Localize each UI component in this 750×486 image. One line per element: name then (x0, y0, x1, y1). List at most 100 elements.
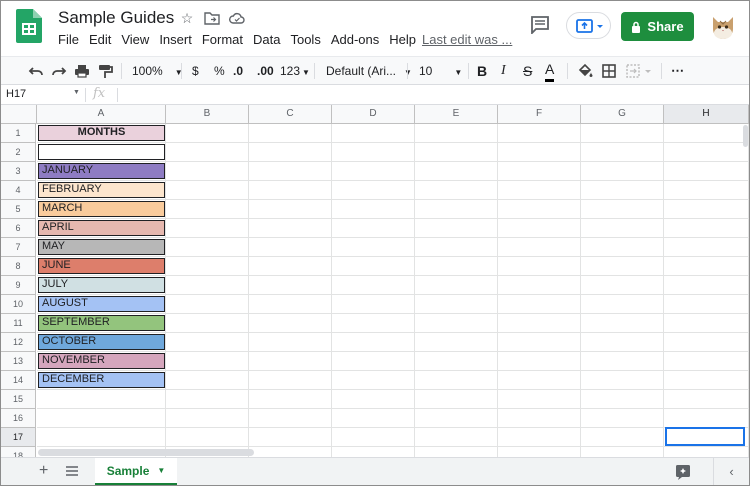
row-header-5[interactable]: 5 (1, 200, 36, 219)
row-header-10[interactable]: 10 (1, 295, 36, 314)
cell-month-october[interactable]: OCTOBER (38, 334, 165, 350)
cell-month-november[interactable]: NOVEMBER (38, 353, 165, 369)
row-gridline (37, 294, 749, 295)
toolbar-divider (567, 63, 568, 79)
menu-tools[interactable]: Tools (290, 32, 320, 47)
chevron-down-icon: ▼ (302, 68, 310, 77)
strikethrough-button[interactable]: S (523, 62, 532, 80)
cell-month-may[interactable]: MAY (38, 239, 165, 255)
more-formats-label: 123 (280, 64, 301, 78)
paint-format-icon[interactable] (97, 62, 113, 80)
borders-icon[interactable] (601, 62, 617, 80)
present-icon (576, 19, 603, 33)
currency-format-button[interactable]: $ (192, 62, 199, 80)
comment-history-icon[interactable] (530, 16, 550, 34)
column-header-e[interactable]: E (415, 105, 498, 123)
more-options-icon[interactable]: ⋯ (671, 62, 685, 80)
print-icon[interactable] (74, 62, 90, 80)
cell-month-june[interactable]: JUNE (38, 258, 165, 274)
cell-a2-empty[interactable] (38, 144, 165, 160)
column-header-c[interactable]: C (249, 105, 332, 123)
column-header-a[interactable]: A (37, 105, 166, 123)
horizontal-scrollbar[interactable] (38, 449, 254, 456)
cell-month-april[interactable]: APRIL (38, 220, 165, 236)
undo-icon[interactable] (28, 62, 44, 80)
row-header-9[interactable]: 9 (1, 276, 36, 295)
merge-cells-icon[interactable] (625, 62, 653, 80)
redo-icon[interactable] (51, 62, 67, 80)
text-color-button[interactable]: A (545, 62, 555, 82)
menu-file[interactable]: File (58, 32, 79, 47)
all-sheets-icon[interactable] (65, 463, 79, 484)
chevron-down-icon[interactable]: ▼ (73, 89, 80, 96)
sheets-logo-icon[interactable] (16, 9, 42, 43)
row-header-1[interactable]: 1 (1, 124, 36, 143)
move-folder-icon[interactable] (204, 10, 220, 26)
select-all-corner[interactable] (1, 105, 37, 123)
increase-decimal-button[interactable]: .00 (257, 62, 274, 80)
present-button[interactable] (566, 12, 611, 39)
column-gridline (248, 124, 249, 466)
cell-month-january[interactable]: JANUARY (38, 163, 165, 179)
name-box[interactable]: H17 (6, 88, 26, 100)
menu-help[interactable]: Help (389, 32, 416, 47)
add-sheet-icon[interactable]: + (39, 462, 48, 480)
row-header-17[interactable]: 17 (1, 428, 36, 447)
column-header-f[interactable]: F (498, 105, 581, 123)
cell-month-december[interactable]: DECEMBER (38, 372, 165, 388)
row-header-8[interactable]: 8 (1, 257, 36, 276)
zoom-select[interactable]: 100% ▼ (132, 62, 183, 80)
avatar[interactable] (711, 13, 735, 39)
menu-data[interactable]: Data (253, 32, 280, 47)
cell-month-february[interactable]: FEBRUARY (38, 182, 165, 198)
more-formats-button[interactable]: 123 ▼ (280, 62, 310, 80)
vertical-scrollbar[interactable] (743, 125, 748, 147)
share-label: Share (647, 19, 684, 34)
row-header-15[interactable]: 15 (1, 390, 36, 409)
column-header-b[interactable]: B (166, 105, 249, 123)
document-title[interactable]: Sample Guides (58, 8, 174, 28)
font-size-select[interactable]: 10 ▼ (419, 62, 462, 80)
collapse-sidebar-icon[interactable]: ‹ (713, 458, 749, 485)
menu-format[interactable]: Format (202, 32, 243, 47)
row-header-4[interactable]: 4 (1, 181, 36, 200)
row-header-12[interactable]: 12 (1, 333, 36, 352)
row-header-2[interactable]: 2 (1, 143, 36, 162)
column-header-d[interactable]: D (332, 105, 415, 123)
star-icon[interactable]: ☆ (179, 10, 195, 26)
cell-month-august[interactable]: AUGUST (38, 296, 165, 312)
cloud-status-icon[interactable] (229, 10, 245, 26)
font-select[interactable]: Default (Ari...▼ (326, 62, 412, 80)
cell-month-march[interactable]: MARCH (38, 201, 165, 217)
bold-button[interactable]: B (477, 62, 487, 80)
menu-addons[interactable]: Add-ons (331, 32, 379, 47)
column-header-g[interactable]: G (581, 105, 664, 123)
cell-month-september[interactable]: SEPTEMBER (38, 315, 165, 331)
sheet-tab-sample[interactable]: Sample ▼ (95, 458, 177, 485)
last-edit-link[interactable]: Last edit was ... (422, 32, 512, 47)
chevron-down-icon[interactable]: ▼ (157, 466, 165, 475)
row-header-14[interactable]: 14 (1, 371, 36, 390)
row-header-16[interactable]: 16 (1, 409, 36, 428)
row-gridline (37, 275, 749, 276)
row-header-7[interactable]: 7 (1, 238, 36, 257)
row-gridline (37, 161, 749, 162)
percent-format-button[interactable]: % (214, 62, 225, 80)
decrease-decimal-button[interactable]: .0 (233, 62, 243, 80)
share-button[interactable]: Share (621, 12, 694, 41)
italic-button[interactable]: I (501, 62, 506, 80)
selected-cell-h17[interactable] (665, 427, 745, 446)
row-header-13[interactable]: 13 (1, 352, 36, 371)
fill-color-icon[interactable] (577, 62, 593, 80)
row-header-6[interactable]: 6 (1, 219, 36, 238)
row-header-3[interactable]: 3 (1, 162, 36, 181)
cell-month-july[interactable]: JULY (38, 277, 165, 293)
menu-edit[interactable]: Edit (89, 32, 111, 47)
explore-icon[interactable] (675, 464, 691, 485)
column-header-h[interactable]: H (664, 105, 749, 123)
menu-insert[interactable]: Insert (159, 32, 192, 47)
toolbar-divider (468, 63, 469, 79)
menu-view[interactable]: View (121, 32, 149, 47)
cell-a1-header[interactable]: MONTHS (38, 125, 165, 141)
row-header-11[interactable]: 11 (1, 314, 36, 333)
